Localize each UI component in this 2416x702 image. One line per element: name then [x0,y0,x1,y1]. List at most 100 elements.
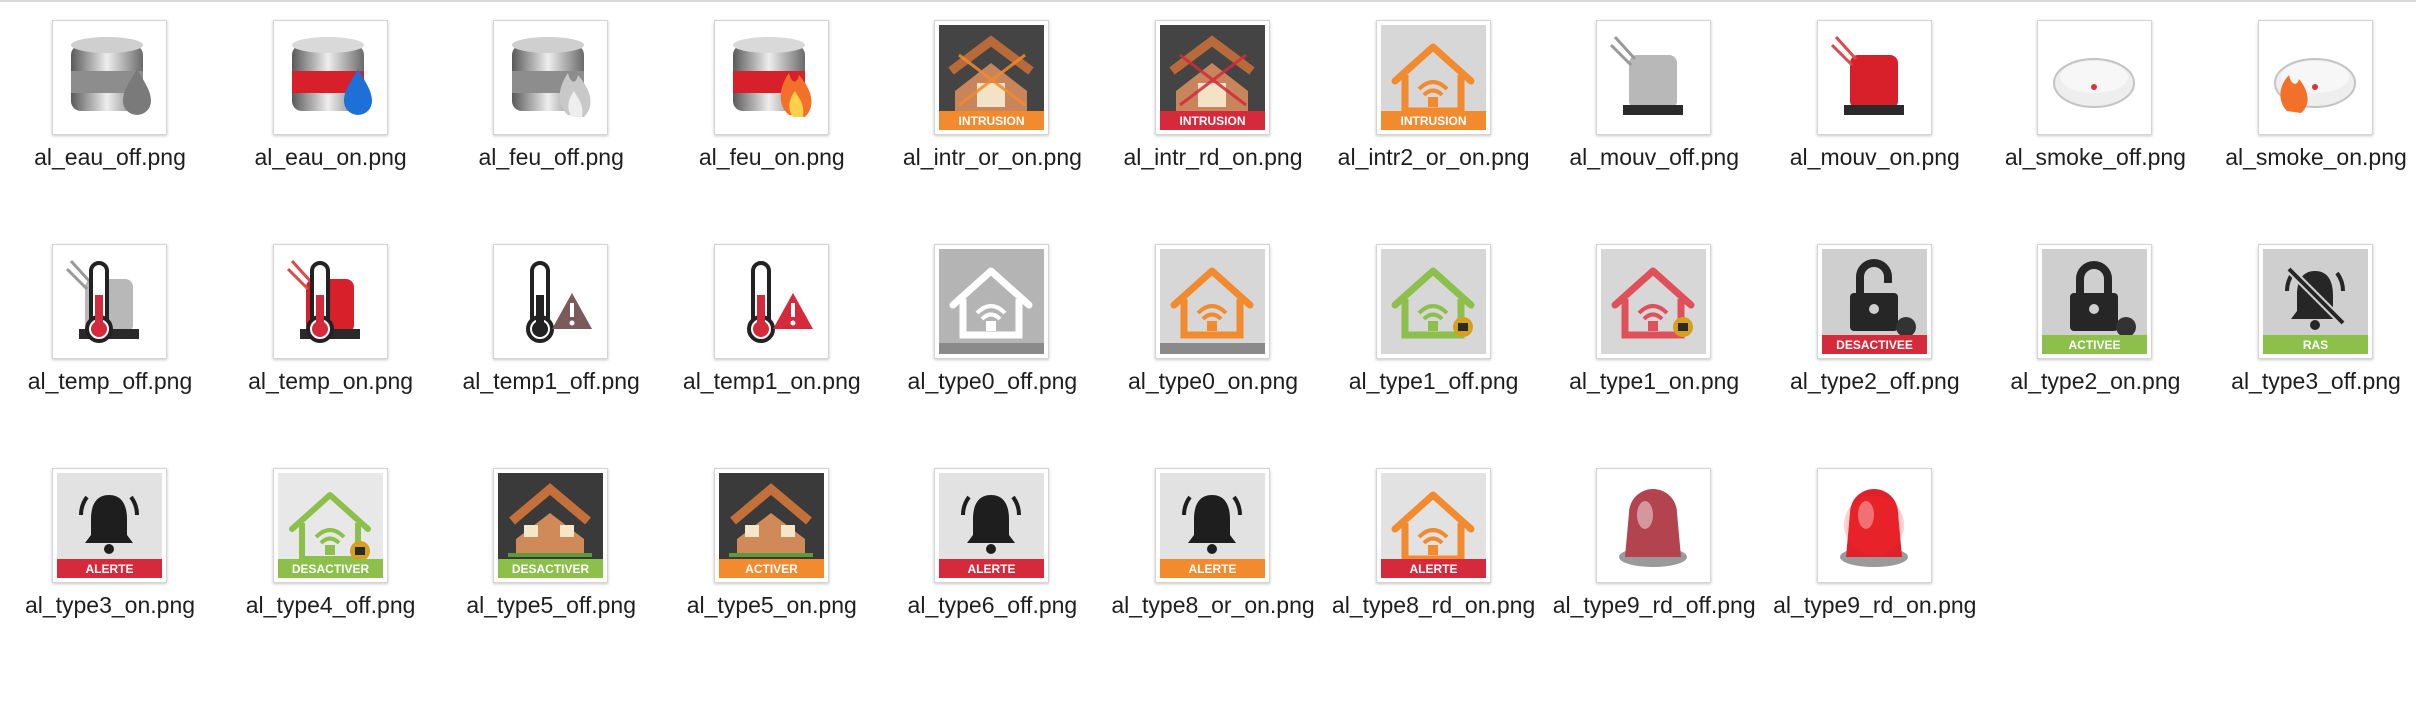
file-item[interactable]: al_smoke_off.png [1985,0,2205,210]
badge-label: ALERTE [968,562,1016,576]
file-thumbnail[interactable] [2258,20,2373,135]
file-thumbnail[interactable]: ACTIVEE [2037,244,2153,359]
file-thumbnail[interactable] [272,244,388,359]
file-name[interactable]: al_type3_on.png [0,588,220,622]
file-name[interactable]: al_temp_off.png [0,364,220,398]
file-item[interactable]: ACTIVER al_type5_on.png [662,448,882,658]
file-item[interactable]: al_temp1_off.png [441,224,661,434]
file-item[interactable]: al_eau_on.png [221,0,441,210]
file-name[interactable]: al_type6_off.png [882,588,1102,622]
file-item[interactable]: DESACTIVEE al_type2_off.png [1765,224,1985,434]
file-thumbnail[interactable] [1596,20,1712,135]
file-thumbnail[interactable] [52,244,167,359]
file-item[interactable]: al_mouv_off.png [1544,0,1764,210]
file-name[interactable]: al_type0_off.png [882,364,1102,398]
file-item[interactable]: INTRUSION al_intr_or_on.png [882,0,1102,210]
file-name[interactable]: al_type2_off.png [1765,364,1985,398]
file-thumbnail[interactable] [272,20,388,135]
file-name[interactable]: al_intr_rd_on.png [1103,140,1323,174]
file-thumbnail[interactable]: ALERTE [1155,468,1270,583]
file-name[interactable]: al_feu_off.png [441,140,661,174]
file-thumbnail[interactable] [1596,468,1712,583]
file-name[interactable]: al_type4_off.png [221,588,441,622]
file-thumbnail[interactable] [2037,20,2153,135]
beacon-off-icon [1619,489,1688,567]
file-thumbnail[interactable]: ACTIVER [713,468,829,583]
file-thumbnail[interactable]: ALERTE [52,468,167,583]
file-thumbnail[interactable] [493,244,609,359]
file-item[interactable]: al_type9_rd_off.png [1544,448,1764,658]
file-thumbnail[interactable]: INTRUSION [934,20,1050,135]
file-thumbnail[interactable]: INTRUSION [1375,20,1491,135]
file-thumbnail[interactable]: RAS [2258,244,2373,359]
file-thumbnail[interactable] [493,20,609,135]
file-item[interactable]: al_type1_on.png [1544,224,1764,434]
file-name[interactable]: al_type8_or_on.png [1103,588,1323,622]
file-thumbnail[interactable]: DESACTIVEE [1816,244,1932,359]
file-name[interactable]: al_type8_rd_on.png [1324,588,1544,622]
file-item[interactable]: al_temp_off.png [0,224,220,434]
file-thumbnail[interactable]: DESACTIVER [272,468,388,583]
file-name[interactable]: al_type3_off.png [2206,364,2416,398]
file-item[interactable]: INTRUSION al_intr_rd_on.png [1103,0,1323,210]
file-thumbnail[interactable] [1816,468,1932,583]
file-name[interactable]: al_feu_on.png [662,140,882,174]
file-name[interactable]: al_smoke_on.png [2206,140,2416,174]
file-thumbnail[interactable] [1596,244,1712,359]
file-item[interactable]: ACTIVEE al_type2_on.png [1985,224,2205,434]
file-name[interactable]: al_type5_off.png [441,588,661,622]
file-item[interactable]: al_smoke_on.png [2206,0,2416,210]
file-item[interactable]: DESACTIVER al_type4_off.png [221,448,441,658]
file-name[interactable]: al_type0_on.png [1103,364,1323,398]
file-item[interactable]: ALERTE al_type8_rd_on.png [1324,448,1544,658]
file-item[interactable]: al_type0_off.png [882,224,1102,434]
file-name[interactable]: al_temp1_off.png [441,364,661,398]
file-thumbnail[interactable] [1155,244,1270,359]
file-item[interactable]: al_type1_off.png [1324,224,1544,434]
file-thumbnail[interactable] [934,244,1050,359]
file-name[interactable]: al_smoke_off.png [1985,140,2205,174]
file-name[interactable]: al_eau_off.png [0,140,220,174]
house-photo-activate-icon: ACTIVER [718,473,824,578]
file-thumbnail[interactable] [1816,20,1932,135]
file-item[interactable]: al_feu_off.png [441,0,661,210]
file-item[interactable]: ALERTE al_type3_on.png [0,448,220,658]
file-thumbnail[interactable]: DESACTIVER [493,468,609,583]
file-thumbnail[interactable] [52,20,167,135]
file-name[interactable]: al_mouv_on.png [1765,140,1985,174]
file-item[interactable]: al_feu_on.png [662,0,882,210]
file-name[interactable]: al_intr2_or_on.png [1324,140,1544,174]
file-name[interactable]: al_type1_on.png [1544,364,1764,398]
file-item[interactable]: al_mouv_on.png [1765,0,1985,210]
file-name[interactable]: al_temp_on.png [221,364,441,398]
file-item[interactable]: ALERTE al_type8_or_on.png [1103,448,1323,658]
file-item[interactable]: al_type0_on.png [1103,224,1323,434]
file-name[interactable]: al_eau_on.png [221,140,441,174]
file-item[interactable]: al_temp1_on.png [662,224,882,434]
house-orange-icon [1160,249,1265,354]
file-name[interactable]: al_mouv_off.png [1544,140,1764,174]
file-thumbnail[interactable] [713,20,829,135]
file-item[interactable]: DESACTIVER al_type5_off.png [441,448,661,658]
file-thumbnail[interactable]: ALERTE [1375,468,1491,583]
file-name[interactable]: al_temp1_on.png [662,364,882,398]
file-thumbnail[interactable] [713,244,829,359]
file-name[interactable]: al_type2_on.png [1985,364,2205,398]
file-item[interactable]: ALERTE al_type6_off.png [882,448,1102,658]
file-item[interactable]: al_eau_off.png [0,0,220,210]
bell-orange-alert-icon: ALERTE [1160,473,1265,578]
file-name[interactable]: al_intr_or_on.png [882,140,1102,174]
file-name[interactable]: al_type9_rd_off.png [1544,588,1764,622]
file-item[interactable]: al_type9_rd_on.png [1765,448,1985,658]
intrusion2-orange-icon: INTRUSION [1380,25,1486,130]
file-item[interactable]: al_temp_on.png [221,224,441,434]
file-thumbnail[interactable] [1375,244,1491,359]
file-thumbnail[interactable]: INTRUSION [1155,20,1270,135]
file-name[interactable]: al_type9_rd_on.png [1765,588,1985,622]
file-item[interactable]: INTRUSION al_intr2_or_on.png [1324,0,1544,210]
file-item[interactable]: RAS al_type3_off.png [2206,224,2416,434]
badge-label: ALERTE [86,562,134,576]
file-thumbnail[interactable]: ALERTE [934,468,1050,583]
file-name[interactable]: al_type5_on.png [662,588,882,622]
file-name[interactable]: al_type1_off.png [1324,364,1544,398]
